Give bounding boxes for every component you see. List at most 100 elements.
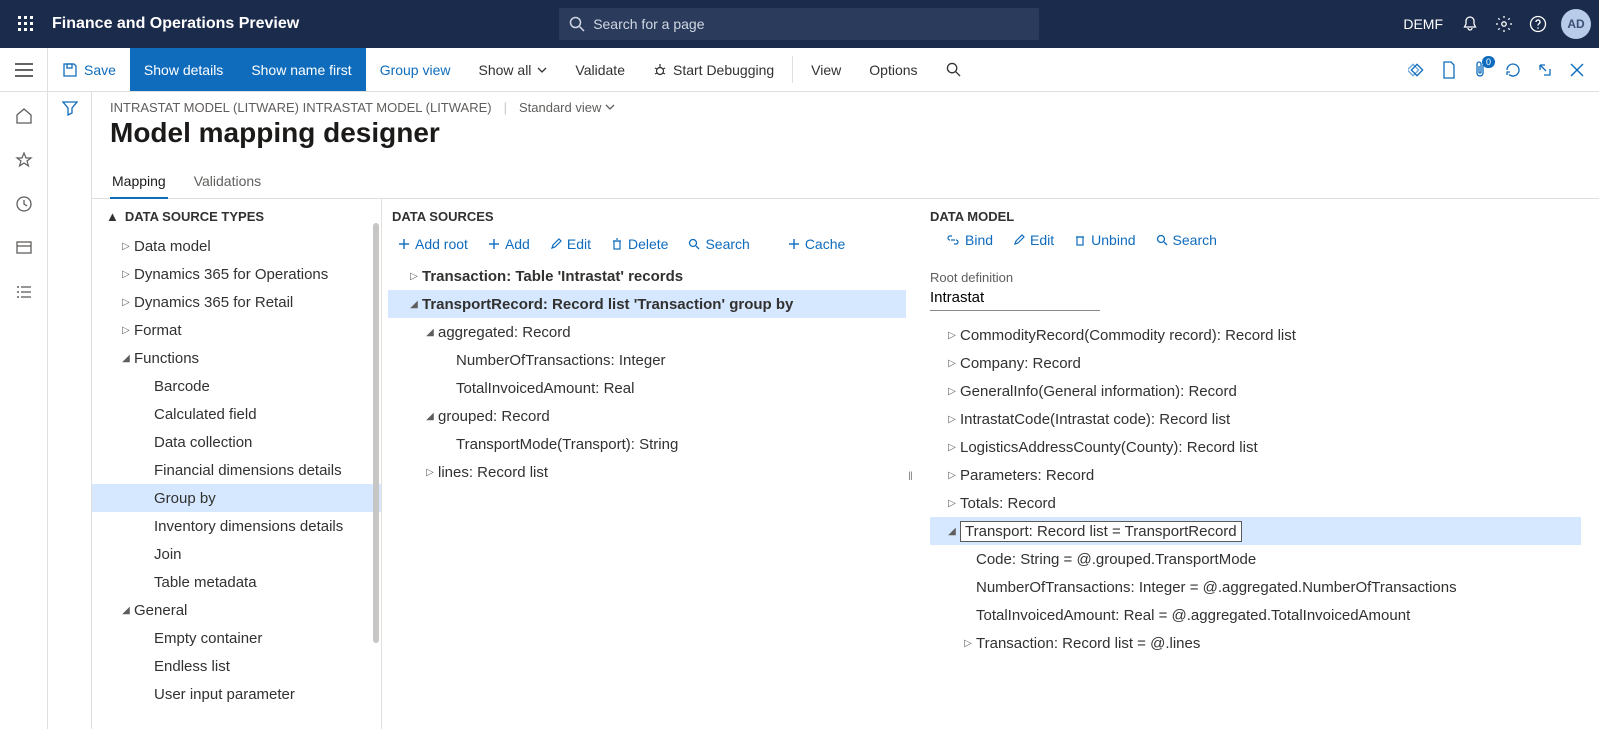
- document-icon[interactable]: [1433, 54, 1465, 86]
- dm-node-transport[interactable]: ◢Transport: Record list = TransportRecor…: [930, 517, 1581, 545]
- dst-item-join[interactable]: Join: [92, 540, 381, 568]
- ds-cache-button[interactable]: Cache: [782, 232, 851, 256]
- dm-node-intrastat-code[interactable]: ▷IntrastatCode(Intrastat code): Record l…: [930, 405, 1581, 433]
- dst-item-table-metadata[interactable]: Table metadata: [92, 568, 381, 596]
- ds-add-button[interactable]: Add: [482, 232, 536, 256]
- clock-icon[interactable]: [4, 184, 44, 224]
- scrollbar-thumb[interactable]: [373, 223, 379, 643]
- company-code[interactable]: DEMF: [1403, 16, 1443, 32]
- dm-node-general-info[interactable]: ▷GeneralInfo(General information): Recor…: [930, 377, 1581, 405]
- dst-item-format[interactable]: ▷Format: [92, 316, 381, 344]
- save-button[interactable]: Save: [48, 48, 130, 91]
- dm-node-totals[interactable]: ▷Totals: Record: [930, 489, 1581, 517]
- dm-node-logistics[interactable]: ▷LogisticsAddressCounty(County): Record …: [930, 433, 1581, 461]
- dst-item-d365-ops[interactable]: ▷Dynamics 365 for Operations: [92, 260, 381, 288]
- show-name-first-button[interactable]: Show name first: [237, 48, 365, 91]
- chevron-down-icon: [605, 102, 615, 112]
- ds-node-transport-record[interactable]: ◢TransportRecord: Record list 'Transacti…: [388, 290, 906, 318]
- ds-tree: ▷Transaction: Table 'Intrastat' records …: [382, 262, 912, 486]
- ds-search-button[interactable]: Search: [682, 232, 755, 256]
- ds-node-transport-mode[interactable]: TransportMode(Transport): String: [388, 430, 906, 458]
- user-avatar[interactable]: AD: [1561, 9, 1591, 39]
- dst-item-d365-retail[interactable]: ▷Dynamics 365 for Retail: [92, 288, 381, 316]
- dst-item-functions[interactable]: ◢Functions: [92, 344, 381, 372]
- waffle-icon[interactable]: [8, 16, 44, 32]
- root-definition-label: Root definition: [930, 270, 1581, 285]
- validate-button[interactable]: Validate: [561, 48, 639, 91]
- dst-item-general[interactable]: ◢General: [92, 596, 381, 624]
- dst-item-user-input-param[interactable]: User input parameter: [92, 680, 381, 708]
- dst-item-inventory-dim[interactable]: Inventory dimensions details: [92, 512, 381, 540]
- ds-heading: DATA SOURCES: [382, 199, 912, 228]
- group-view-button[interactable]: Group view: [366, 48, 465, 91]
- dst-item-barcode[interactable]: Barcode: [92, 372, 381, 400]
- bell-icon[interactable]: [1453, 7, 1487, 41]
- tab-strip: Mapping Validations: [92, 167, 1599, 199]
- tab-validations[interactable]: Validations: [192, 167, 263, 198]
- dm-unbind-button[interactable]: Unbind: [1068, 228, 1141, 252]
- dm-node-transaction[interactable]: ▷Transaction: Record list = @.lines: [930, 629, 1581, 657]
- help-icon[interactable]: [1521, 7, 1555, 41]
- options-button[interactable]: Options: [855, 48, 931, 91]
- attachment-icon[interactable]: 0: [1465, 54, 1497, 86]
- dm-edit-button[interactable]: Edit: [1007, 228, 1060, 252]
- dm-bind-button[interactable]: Bind: [940, 228, 999, 252]
- home-icon[interactable]: [4, 96, 44, 136]
- ds-edit-button[interactable]: Edit: [544, 232, 597, 256]
- dst-item-empty-container[interactable]: Empty container: [92, 624, 381, 652]
- list-icon[interactable]: [4, 272, 44, 312]
- close-icon[interactable]: [1561, 54, 1593, 86]
- show-all-dropdown[interactable]: Show all: [465, 48, 562, 91]
- dm-node-parameters[interactable]: ▷Parameters: Record: [930, 461, 1581, 489]
- page-header: INTRASTAT MODEL (LITWARE) INTRASTAT MODE…: [92, 92, 1599, 149]
- dm-search-button[interactable]: Search: [1150, 228, 1223, 252]
- dm-node-company[interactable]: ▷Company: Record: [930, 349, 1581, 377]
- start-debugging-button[interactable]: Start Debugging: [639, 48, 788, 91]
- global-search-input[interactable]: [559, 8, 1039, 40]
- tab-mapping[interactable]: Mapping: [110, 167, 168, 199]
- view-button[interactable]: View: [797, 48, 855, 91]
- ds-node-transaction[interactable]: ▷Transaction: Table 'Intrastat' records: [388, 262, 906, 290]
- refresh-icon[interactable]: [1497, 54, 1529, 86]
- ds-node-total-invoiced[interactable]: TotalInvoicedAmount: Real: [388, 374, 906, 402]
- dm-toolbar: Bind Edit Unbind Search: [930, 224, 1581, 258]
- filter-icon[interactable]: [62, 100, 78, 729]
- dst-item-data-model[interactable]: ▷Data model: [92, 232, 381, 260]
- pane-resize-handle[interactable]: ‖: [908, 469, 911, 483]
- show-details-button[interactable]: Show details: [130, 48, 237, 91]
- gear-icon[interactable]: [1487, 7, 1521, 41]
- pane-data-source-types: ▲ DATA SOURCE TYPES ▷Data model ▷Dynamic…: [92, 199, 382, 729]
- root-definition-input[interactable]: [930, 285, 1100, 311]
- dst-item-group-by[interactable]: Group by: [92, 484, 381, 512]
- dm-node-commodity[interactable]: ▷CommodityRecord(Commodity record): Reco…: [930, 321, 1581, 349]
- hamburger-icon[interactable]: [0, 48, 48, 91]
- dm-node-code[interactable]: Code: String = @.grouped.TransportMode: [930, 545, 1581, 573]
- dm-node-total-invoiced[interactable]: TotalInvoicedAmount: Real = @.aggregated…: [930, 601, 1581, 629]
- workspace-icon[interactable]: [4, 228, 44, 268]
- view-selector[interactable]: Standard view: [519, 100, 615, 115]
- ds-node-grouped[interactable]: ◢grouped: Record: [388, 402, 906, 430]
- filter-rail: [48, 92, 92, 729]
- star-icon[interactable]: [4, 140, 44, 180]
- show-all-label: Show all: [479, 62, 532, 78]
- brand-title: Finance and Operations Preview: [52, 15, 299, 33]
- ds-node-aggregated[interactable]: ◢aggregated: Record: [388, 318, 906, 346]
- ds-node-num-transactions[interactable]: NumberOfTransactions: Integer: [388, 346, 906, 374]
- pane-data-sources: DATA SOURCES Add root Add Edit Delete Se…: [382, 199, 912, 729]
- toolbar-search-icon[interactable]: [932, 48, 975, 91]
- toolbar-right-icons: 0: [1401, 48, 1599, 91]
- popout-icon[interactable]: [1529, 54, 1561, 86]
- caret-down-icon[interactable]: ▲: [106, 209, 119, 224]
- diamond-icon[interactable]: [1401, 54, 1433, 86]
- ds-add-root-button[interactable]: Add root: [392, 232, 474, 256]
- dst-item-endless-list[interactable]: Endless list: [92, 652, 381, 680]
- pane-data-model: DATA MODEL Bind Edit Unbind Search Root …: [912, 199, 1599, 729]
- dst-item-data-collection[interactable]: Data collection: [92, 428, 381, 456]
- search-container: [559, 8, 1039, 40]
- ds-delete-button[interactable]: Delete: [605, 232, 674, 256]
- ds-node-lines[interactable]: ▷lines: Record list: [388, 458, 906, 486]
- dst-heading[interactable]: ▲ DATA SOURCE TYPES: [92, 199, 381, 232]
- dm-node-num-transactions[interactable]: NumberOfTransactions: Integer = @.aggreg…: [930, 573, 1581, 601]
- dst-item-calculated-field[interactable]: Calculated field: [92, 400, 381, 428]
- dst-item-financial-dim[interactable]: Financial dimensions details: [92, 456, 381, 484]
